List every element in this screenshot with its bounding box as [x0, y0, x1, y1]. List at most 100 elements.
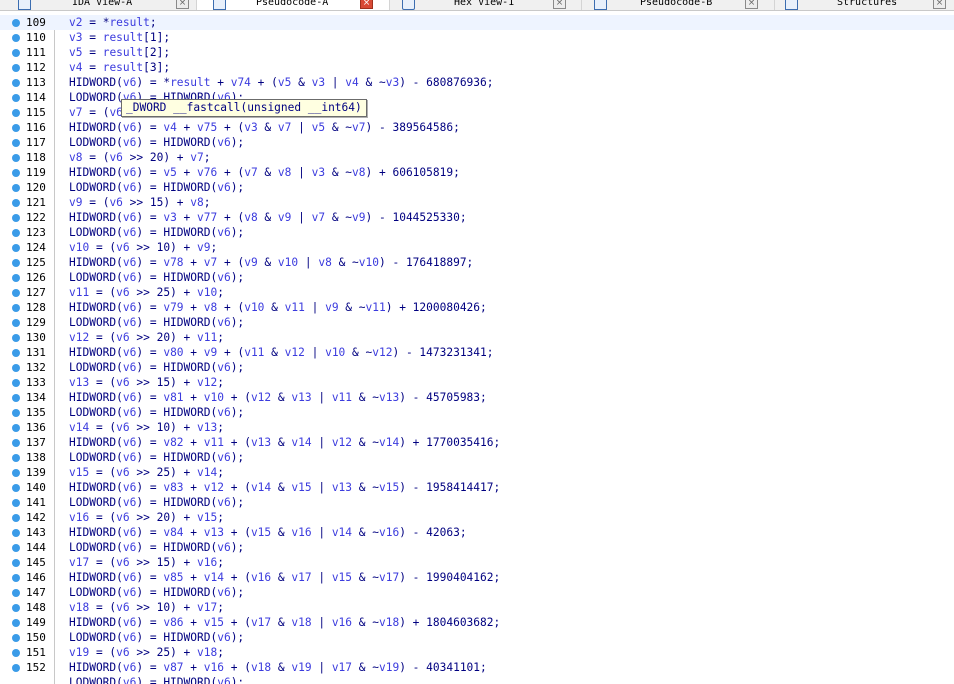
code-text[interactable]: v8 = (v6 >> 20) + v7; — [69, 150, 211, 165]
breakpoint-marker-icon[interactable] — [12, 199, 20, 207]
breakpoint-marker-icon[interactable] — [12, 184, 20, 192]
code-line[interactable]: 117 LODWORD(v6) = HIDWORD(v6); — [0, 135, 954, 150]
breakpoint-marker-icon[interactable] — [12, 454, 20, 462]
breakpoint-marker-icon[interactable] — [12, 604, 20, 612]
code-text[interactable]: LODWORD(v6) = HIDWORD(v6); — [69, 135, 244, 150]
breakpoint-marker-icon[interactable] — [12, 19, 20, 27]
code-text[interactable]: HIDWORD(v6) = v79 + v8 + (v10 & v11 | v9… — [69, 300, 487, 315]
breakpoint-marker-icon[interactable] — [12, 364, 20, 372]
code-line[interactable]: 148 v18 = (v6 >> 10) + v17; — [0, 600, 954, 615]
breakpoint-marker-icon[interactable] — [12, 64, 20, 72]
code-line[interactable]: 122 HIDWORD(v6) = v3 + v77 + (v8 & v9 | v… — [0, 210, 954, 225]
code-text[interactable]: v13 = (v6 >> 15) + v12; — [69, 375, 224, 390]
code-line[interactable]: 151 v19 = (v6 >> 25) + v18; — [0, 645, 954, 660]
code-line[interactable]: 142 v16 = (v6 >> 20) + v15; — [0, 510, 954, 525]
code-text[interactable]: LODWORD(v6) = HIDWORD(v6); — [69, 225, 244, 240]
code-text[interactable]: LODWORD(v6) = HIDWORD(v6); — [69, 315, 244, 330]
tab-pseudocode-a[interactable]: Pseudocode-A × — [197, 0, 390, 10]
code-text[interactable]: LODWORD(v6) = HIDWORD(v6); — [69, 360, 244, 375]
code-line[interactable]: 139 v15 = (v6 >> 25) + v14; — [0, 465, 954, 480]
breakpoint-marker-icon[interactable] — [12, 124, 20, 132]
tab-ida-view-a[interactable]: IDA View-A × — [0, 0, 197, 10]
breakpoint-marker-icon[interactable] — [12, 514, 20, 522]
code-line[interactable]: 133 v13 = (v6 >> 15) + v12; — [0, 375, 954, 390]
code-text[interactable]: v9 = (v6 >> 15) + v8; — [69, 195, 211, 210]
code-text[interactable]: v17 = (v6 >> 15) + v16; — [69, 555, 224, 570]
code-text[interactable]: HIDWORD(v6) = v80 + v9 + (v11 & v12 | v1… — [69, 345, 494, 360]
breakpoint-marker-icon[interactable] — [12, 214, 20, 222]
code-text[interactable]: HIDWORD(v6) = v87 + v16 + (v18 & v19 | v… — [69, 660, 487, 675]
code-text[interactable]: HIDWORD(v6) = v81 + v10 + (v12 & v13 | v… — [69, 390, 487, 405]
code-line[interactable]: 119 HIDWORD(v6) = v5 + v76 + (v7 & v8 | v… — [0, 165, 954, 180]
breakpoint-marker-icon[interactable] — [12, 289, 20, 297]
breakpoint-marker-icon[interactable] — [12, 649, 20, 657]
code-text[interactable]: LODWORD(v6) = HIDWORD(v6); — [69, 630, 244, 645]
code-line[interactable]: 129 LODWORD(v6) = HIDWORD(v6); — [0, 315, 954, 330]
code-line[interactable]: 144 LODWORD(v6) = HIDWORD(v6); — [0, 540, 954, 555]
code-line[interactable]: 131 HIDWORD(v6) = v80 + v9 + (v11 & v12 |… — [0, 345, 954, 360]
code-line[interactable]: 134 HIDWORD(v6) = v81 + v10 + (v12 & v13 … — [0, 390, 954, 405]
code-line[interactable]: 112 v4 = result[3]; — [0, 60, 954, 75]
code-line[interactable]: 138 LODWORD(v6) = HIDWORD(v6); — [0, 450, 954, 465]
code-text[interactable]: HIDWORD(v6) = v86 + v15 + (v17 & v18 | v… — [69, 615, 500, 630]
tab-hex-view-1[interactable]: Hex View-1 × — [390, 0, 582, 10]
code-text[interactable]: HIDWORD(v6) = v83 + v12 + (v14 & v15 | v… — [69, 480, 500, 495]
code-text[interactable]: v18 = (v6 >> 10) + v17; — [69, 600, 224, 615]
breakpoint-marker-icon[interactable] — [12, 409, 20, 417]
close-icon[interactable]: × — [745, 0, 758, 9]
breakpoint-marker-icon[interactable] — [12, 439, 20, 447]
tab-structures[interactable]: Structures × — [775, 0, 954, 10]
code-line[interactable]: 124 v10 = (v6 >> 10) + v9; — [0, 240, 954, 255]
breakpoint-marker-icon[interactable] — [12, 109, 20, 117]
code-text[interactable]: v15 = (v6 >> 25) + v14; — [69, 465, 224, 480]
breakpoint-marker-icon[interactable] — [12, 274, 20, 282]
code-line[interactable]: 147 LODWORD(v6) = HIDWORD(v6); — [0, 585, 954, 600]
code-line[interactable]: 109 v2 = *result; — [0, 15, 954, 30]
breakpoint-marker-icon[interactable] — [12, 229, 20, 237]
code-line[interactable]: 125 HIDWORD(v6) = v78 + v7 + (v9 & v10 | … — [0, 255, 954, 270]
code-text[interactable]: v16 = (v6 >> 20) + v15; — [69, 510, 224, 525]
code-line[interactable]: 111 v5 = result[2]; — [0, 45, 954, 60]
code-line[interactable]: 145 v17 = (v6 >> 15) + v16; — [0, 555, 954, 570]
code-line[interactable]: 118 v8 = (v6 >> 20) + v7; — [0, 150, 954, 165]
code-line[interactable]: 143 HIDWORD(v6) = v84 + v13 + (v15 & v16 … — [0, 525, 954, 540]
breakpoint-marker-icon[interactable] — [12, 469, 20, 477]
code-text[interactable]: v5 = result[2]; — [69, 45, 170, 60]
code-line[interactable]: 132 LODWORD(v6) = HIDWORD(v6); — [0, 360, 954, 375]
breakpoint-marker-icon[interactable] — [12, 304, 20, 312]
breakpoint-marker-icon[interactable] — [12, 259, 20, 267]
code-text[interactable]: LODWORD(v6) = HIDWORD(v6); — [69, 495, 244, 510]
code-text[interactable]: v11 = (v6 >> 25) + v10; — [69, 285, 224, 300]
code-text[interactable]: v10 = (v6 >> 10) + v9; — [69, 240, 217, 255]
code-text[interactable]: LODWORD(v6) = HIDWORD(v6); — [69, 270, 244, 285]
code-line[interactable]: 126 LODWORD(v6) = HIDWORD(v6); — [0, 270, 954, 285]
close-icon[interactable]: × — [933, 0, 946, 9]
code-line[interactable]: 135 LODWORD(v6) = HIDWORD(v6); — [0, 405, 954, 420]
code-text[interactable]: LODWORD(v6) = HIDWORD(v6); — [69, 540, 244, 555]
breakpoint-marker-icon[interactable] — [12, 379, 20, 387]
breakpoint-marker-icon[interactable] — [12, 169, 20, 177]
code-line[interactable]: 113 HIDWORD(v6) = *result + v74 + (v5 & v… — [0, 75, 954, 90]
code-line[interactable]: 130 v12 = (v6 >> 20) + v11; — [0, 330, 954, 345]
code-text[interactable]: HIDWORD(v6) = v85 + v14 + (v16 & v17 | v… — [69, 570, 500, 585]
breakpoint-marker-icon[interactable] — [12, 589, 20, 597]
code-text[interactable]: HIDWORD(v6) = v4 + v75 + (v3 & v7 | v5 &… — [69, 120, 460, 135]
code-text[interactable]: LODWORD(v6) = HIDWORD(v6); — [69, 405, 244, 420]
code-line[interactable]: 121 v9 = (v6 >> 15) + v8; — [0, 195, 954, 210]
code-text[interactable]: v14 = (v6 >> 10) + v13; — [69, 420, 224, 435]
tab-pseudocode-b[interactable]: Pseudocode-B × — [582, 0, 775, 10]
breakpoint-marker-icon[interactable] — [12, 634, 20, 642]
code-text[interactable]: LODWORD(v6) = HIDWORD(v6); — [69, 675, 244, 684]
breakpoint-marker-icon[interactable] — [12, 619, 20, 627]
code-line[interactable]: 128 HIDWORD(v6) = v79 + v8 + (v10 & v11 |… — [0, 300, 954, 315]
breakpoint-marker-icon[interactable] — [12, 94, 20, 102]
code-text[interactable]: HIDWORD(v6) = *result + v74 + (v5 & v3 |… — [69, 75, 494, 90]
breakpoint-marker-icon[interactable] — [12, 544, 20, 552]
close-icon[interactable]: × — [360, 0, 373, 9]
code-text[interactable]: HIDWORD(v6) = v3 + v77 + (v8 & v9 | v7 &… — [69, 210, 467, 225]
breakpoint-marker-icon[interactable] — [12, 139, 20, 147]
breakpoint-marker-icon[interactable] — [12, 349, 20, 357]
code-text[interactable]: v12 = (v6 >> 20) + v11; — [69, 330, 224, 345]
code-text[interactable]: HIDWORD(v6) = v82 + v11 + (v13 & v14 | v… — [69, 435, 500, 450]
breakpoint-marker-icon[interactable] — [12, 529, 20, 537]
